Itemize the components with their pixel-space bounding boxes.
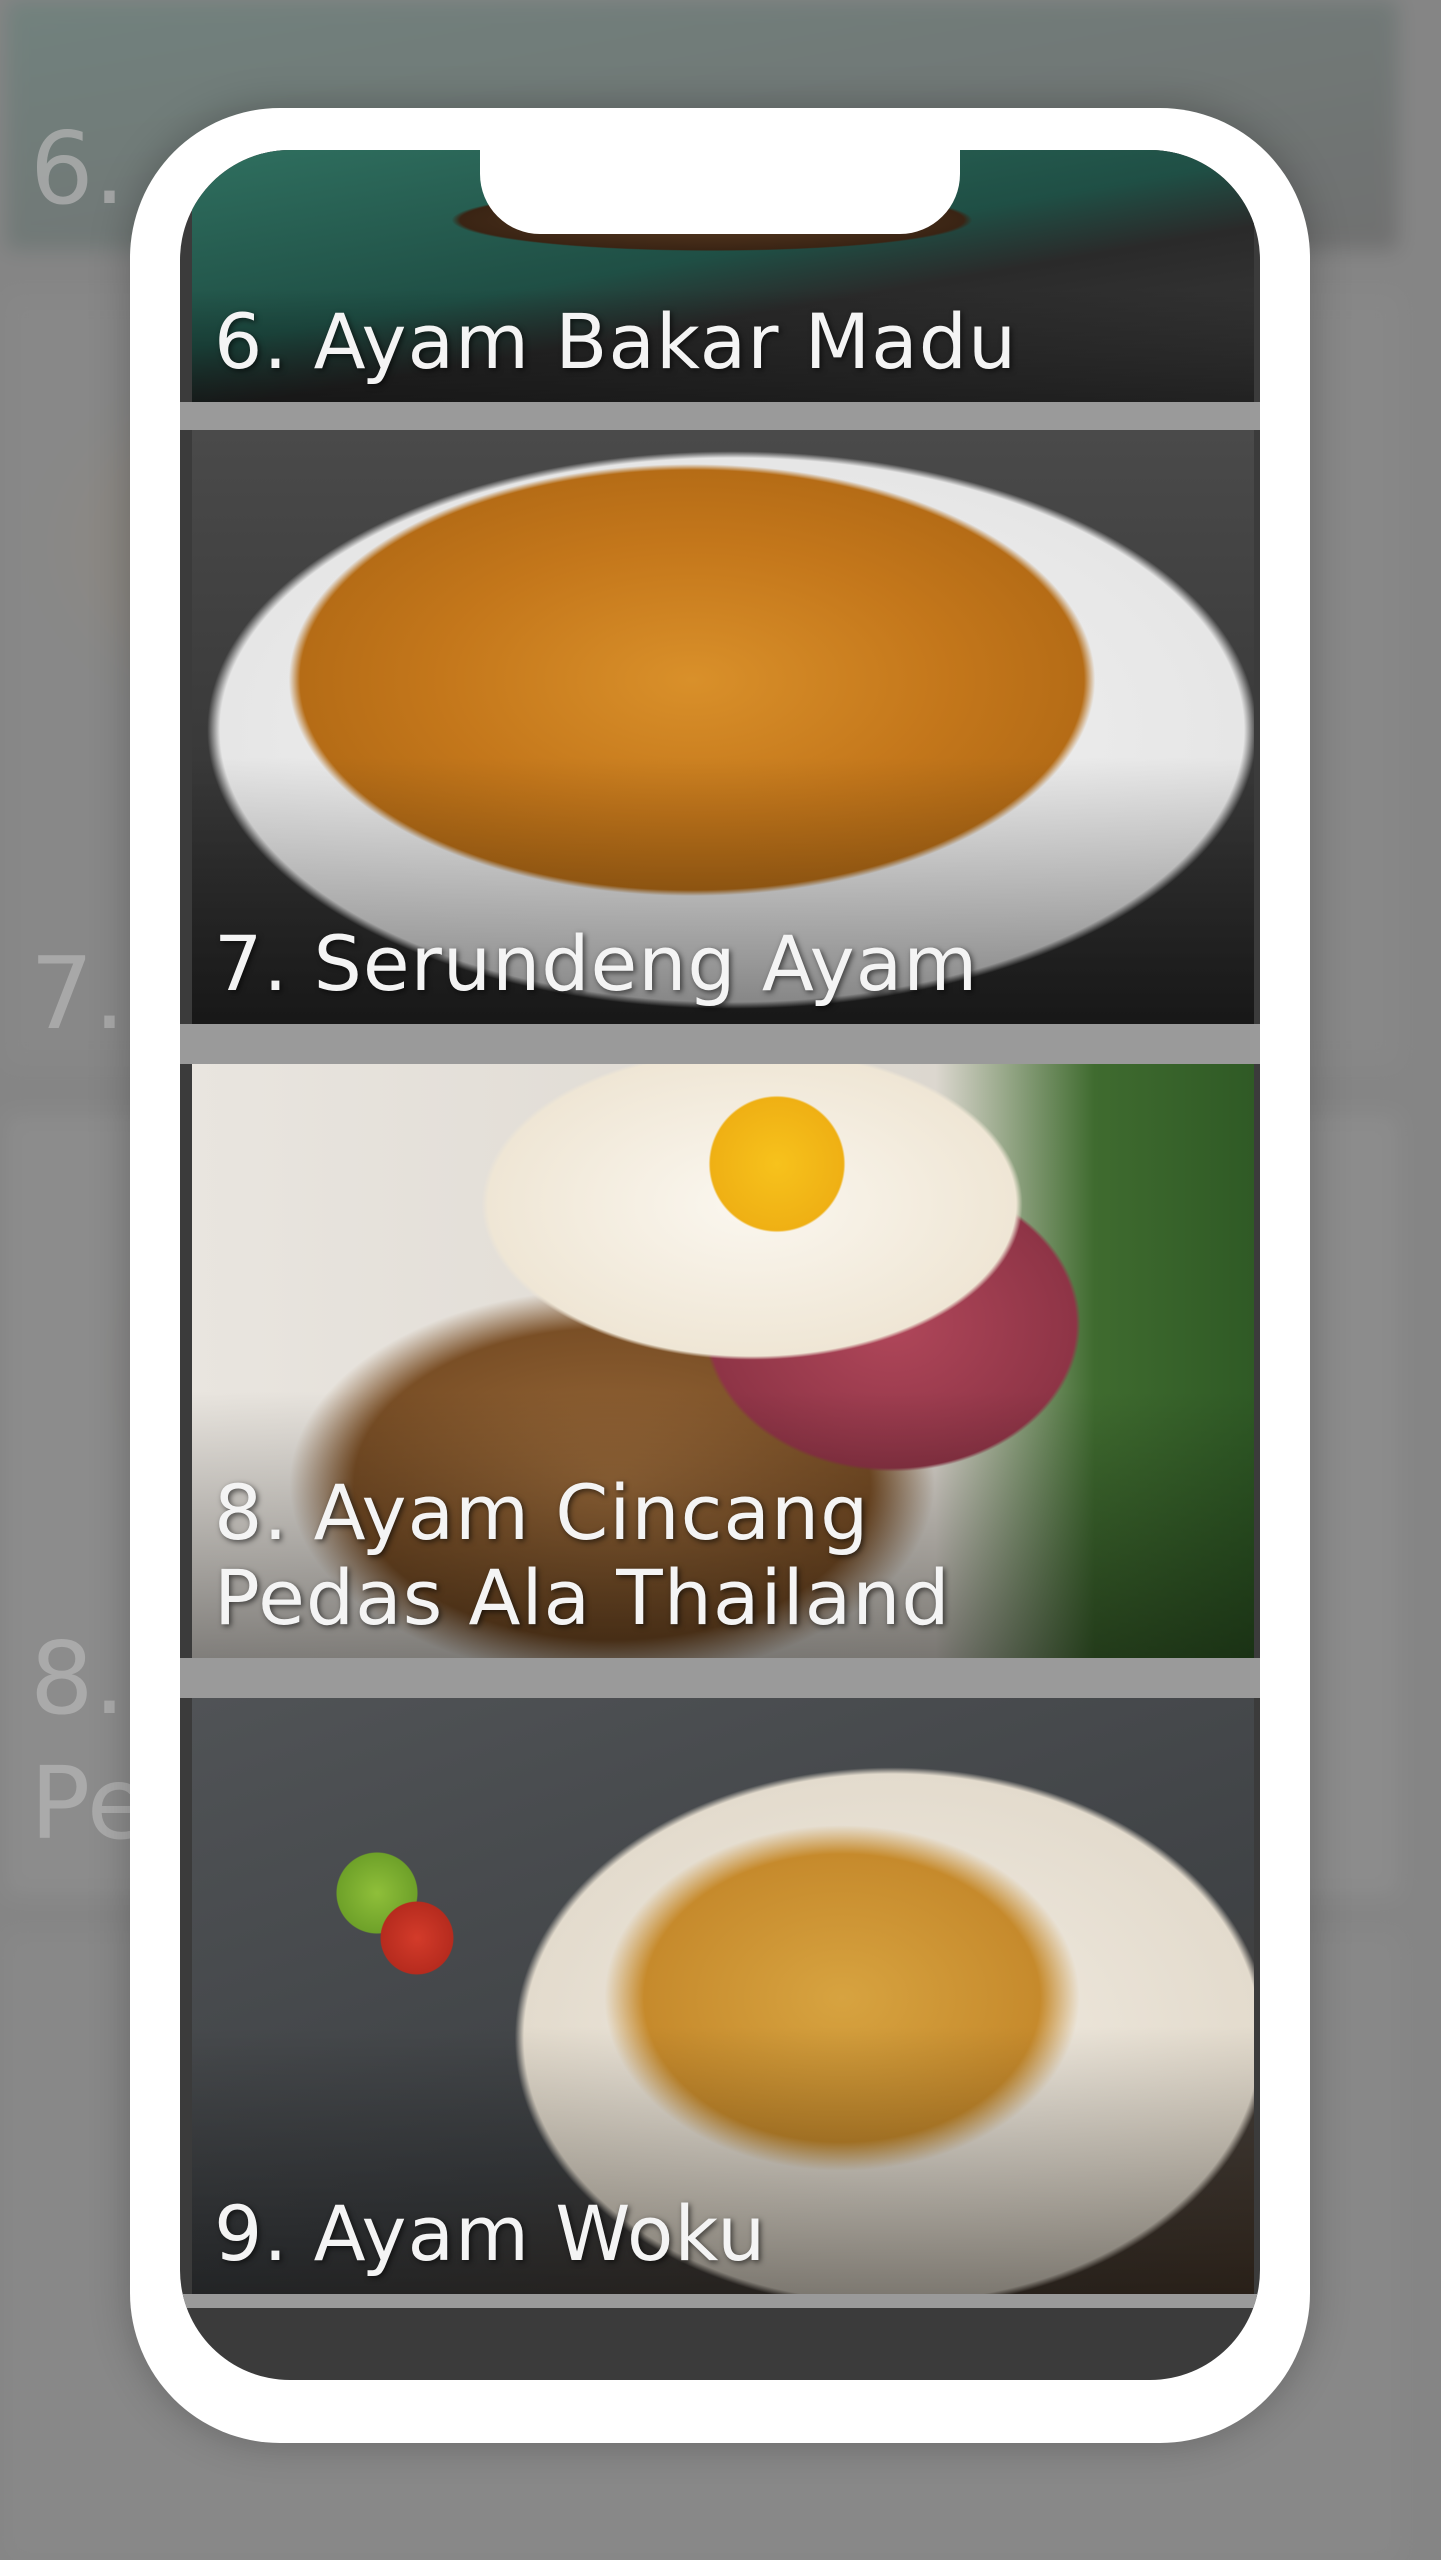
card-divider: [180, 1024, 1260, 1064]
recipe-title-8: 8. Ayam Cincang Pedas Ala Thailand: [214, 1467, 951, 1642]
card-divider: [180, 402, 1260, 430]
recipe-list[interactable]: 6. Ayam Bakar Madu 7. Serundeng Ayam 8. …: [180, 150, 1260, 2380]
recipe-card-9[interactable]: 9. Ayam Woku: [192, 1698, 1254, 2294]
card-divider: [180, 1658, 1260, 1698]
phone-notch: [480, 150, 960, 234]
recipe-title-6: 6. Ayam Bakar Madu: [214, 296, 1018, 386]
recipe-card-8[interactable]: 8. Ayam Cincang Pedas Ala Thailand: [192, 1064, 1254, 1658]
phone-screen: 6. Ayam Bakar Madu 7. Serundeng Ayam 8. …: [180, 150, 1260, 2380]
card-divider: [180, 2294, 1260, 2308]
recipe-title-7: 7. Serundeng Ayam: [214, 918, 979, 1008]
recipe-card-7[interactable]: 7. Serundeng Ayam: [192, 430, 1254, 1024]
recipe-title-9: 9. Ayam Woku: [214, 2188, 767, 2278]
phone-frame: 6. Ayam Bakar Madu 7. Serundeng Ayam 8. …: [130, 108, 1310, 2443]
